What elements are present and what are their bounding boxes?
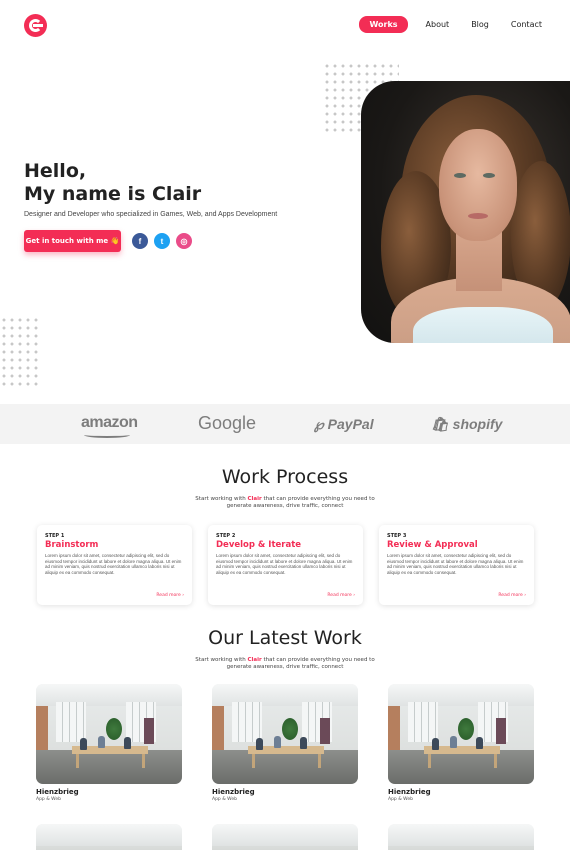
hero-title-line2: My name is Clair	[24, 183, 202, 205]
step-title: Develop & Iterate	[216, 540, 302, 550]
nav-contact[interactable]: Contact	[507, 16, 546, 33]
read-more-link[interactable]: Read more ›	[498, 593, 526, 598]
brand-logos-strip: amazon Google ℘ PayPal 🛍 shopify	[0, 404, 570, 444]
work-item-name[interactable]: Hienzbrieg	[388, 788, 431, 796]
work-thumbnail[interactable]	[36, 824, 182, 850]
main-nav: Works About Blog Contact	[359, 16, 546, 33]
latest-work-title: Our Latest Work	[208, 627, 362, 649]
work-process-subtitle: Start working with Clair that can provid…	[195, 496, 375, 509]
process-card-3: STEP 3 Review & Approval Lorem ipsum dol…	[379, 525, 534, 605]
shopify-logo: 🛍 shopify	[431, 416, 503, 432]
process-card-1: STEP 1 Brainstorm Lorem ipsum dolor sit …	[37, 525, 192, 605]
work-item-name[interactable]: Hienzbrieg	[36, 788, 79, 796]
work-thumbnail[interactable]	[36, 684, 182, 784]
step-body: Lorem ipsum dolor sit amet, consectetur …	[387, 553, 524, 575]
nav-works[interactable]: Works	[359, 16, 408, 33]
logo[interactable]	[24, 14, 47, 37]
twitter-icon[interactable]: t	[154, 233, 170, 249]
hero-portrait-photo	[361, 81, 570, 343]
read-more-link[interactable]: Read more ›	[156, 593, 184, 598]
amazon-smile-icon	[84, 432, 130, 438]
google-logo: Google	[198, 413, 257, 433]
amazon-logo: amazon	[81, 414, 138, 431]
step-title: Brainstorm	[45, 540, 99, 550]
work-item-category: App & Web	[36, 797, 61, 802]
process-card-2: STEP 2 Develop & Iterate Lorem ipsum dol…	[208, 525, 363, 605]
work-process-title: Work Process	[221, 466, 349, 488]
hero-title-line1: Hello,	[24, 160, 87, 182]
dot-pattern-left	[0, 316, 38, 390]
work-item-name[interactable]: Hienzbrieg	[212, 788, 255, 796]
dribbble-icon[interactable]: ◎	[176, 233, 192, 249]
step-body: Lorem ipsum dolor sit amet, consectetur …	[216, 553, 353, 575]
hero-title: Hello, My name is Clair	[24, 160, 201, 206]
step-label: STEP 1	[45, 533, 65, 539]
step-label: STEP 3	[387, 533, 407, 539]
read-more-link[interactable]: Read more ›	[327, 593, 355, 598]
hero-subtitle: Designer and Developer who specialized i…	[24, 211, 278, 218]
nav-about[interactable]: About	[422, 16, 454, 33]
get-in-touch-button[interactable]: Get in touch with me 👋	[24, 230, 121, 252]
nav-blog[interactable]: Blog	[467, 16, 493, 33]
paypal-logo: ℘ PayPal	[314, 416, 374, 432]
step-body: Lorem ipsum dolor sit amet, consectetur …	[45, 553, 182, 575]
work-thumbnail[interactable]	[212, 684, 358, 784]
work-item-category: App & Web	[212, 797, 237, 802]
latest-work-subtitle: Start working with Clair that can provid…	[195, 657, 375, 670]
step-title: Review & Approval	[387, 540, 478, 550]
logo-bar-icon	[33, 24, 43, 27]
work-thumbnail[interactable]	[212, 824, 358, 850]
work-thumbnail[interactable]	[388, 684, 534, 784]
work-item-category: App & Web	[388, 797, 413, 802]
step-label: STEP 2	[216, 533, 236, 539]
work-thumbnail[interactable]	[388, 824, 534, 850]
facebook-icon[interactable]: f	[132, 233, 148, 249]
